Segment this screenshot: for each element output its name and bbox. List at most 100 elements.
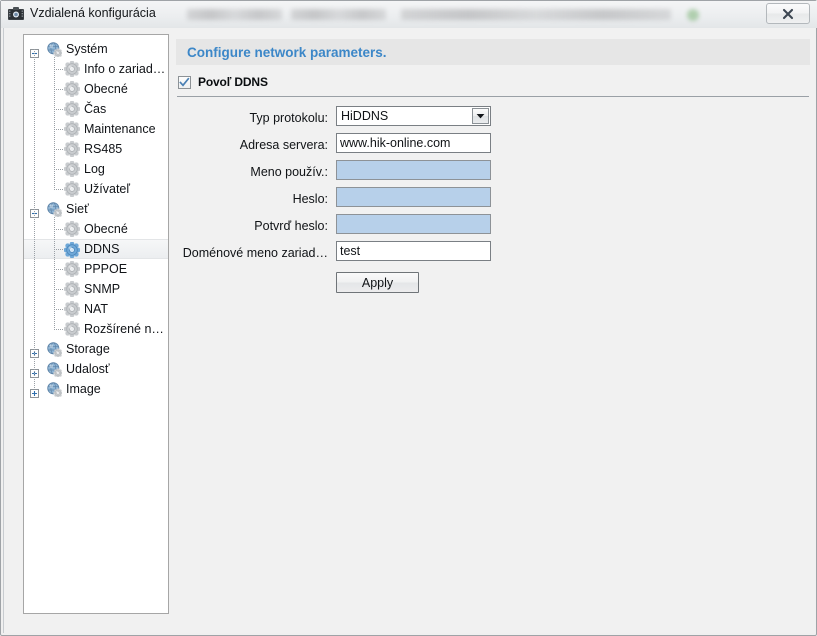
globe-icon <box>46 41 63 58</box>
tree-item-label: Image <box>66 382 101 396</box>
tree-item-ddns[interactable]: DDNS <box>24 239 168 259</box>
tree-guide-line <box>54 289 63 290</box>
tree-item-u-vate[interactable]: Užívateľ <box>24 179 168 199</box>
tree-item-info-o-zariad[interactable]: Info o zariad… <box>24 59 168 79</box>
tree-item-label: SNMP <box>84 282 121 296</box>
tree-guide-line <box>54 69 63 70</box>
tree-item-label: Obecné <box>84 222 128 236</box>
tree-item-snmp[interactable]: SNMP <box>24 279 168 299</box>
panel-header: Configure network parameters. <box>176 39 810 65</box>
tree-item-label: Obecné <box>84 82 128 96</box>
chevron-down-icon[interactable] <box>472 108 489 124</box>
redacted-text-2 <box>291 9 386 20</box>
gear-icon <box>63 60 81 78</box>
gear-icon <box>63 80 81 98</box>
tree-guide-line <box>54 189 63 190</box>
gear-icon <box>63 140 81 158</box>
content-panel: Configure network parameters. Povoľ DDNS… <box>176 34 810 614</box>
tree-item-log[interactable]: Log <box>24 159 168 179</box>
field-label-potvr-heslo: Potvrď heslo: <box>254 219 328 233</box>
tree-guide-line <box>34 49 35 389</box>
panel-header-title: Configure network parameters. <box>187 44 387 60</box>
gear-icon <box>63 100 81 118</box>
tree-item-udalos[interactable]: Udalosť <box>24 359 168 379</box>
tree-guide-line <box>54 229 63 230</box>
globe-icon <box>46 361 63 378</box>
tree-item-as[interactable]: Čas <box>24 99 168 119</box>
field-row-dom-nov-meno-zariad: Doménové meno zariad… <box>176 241 810 268</box>
tree-item-label: Udalosť <box>66 362 110 376</box>
field-row-heslo: Heslo: <box>176 187 810 214</box>
field-label-dom-nov-meno-zariad: Doménové meno zariad… <box>182 246 328 260</box>
field-label-heslo: Heslo: <box>292 192 328 206</box>
ddns-form: Typ protokolu: HiDDNS Adresa servera: Meno … <box>176 106 810 298</box>
tree-guide-line <box>54 269 63 270</box>
client-area: Systém Info o zariad… Obecné Čas Maintenance… <box>4 28 815 633</box>
gear-icon <box>63 300 81 318</box>
input-heslo <box>336 187 491 207</box>
field-label-adresa-servera: Adresa servera: <box>239 138 328 152</box>
tree-guide-line <box>54 89 63 90</box>
globe-icon <box>46 201 63 218</box>
tree-item-syst-m[interactable]: Systém <box>24 39 168 59</box>
apply-row: Apply <box>176 268 810 298</box>
tree-item-label: NAT <box>84 302 109 316</box>
apply-button[interactable]: Apply <box>336 272 419 293</box>
header-divider <box>177 96 809 97</box>
close-icon <box>782 8 794 20</box>
field-row-meno-pou-v: Meno použív.: <box>176 160 810 187</box>
tree-item-label: Log <box>84 162 105 176</box>
input-potvr-heslo <box>336 214 491 234</box>
tree-item-nat[interactable]: NAT <box>24 299 168 319</box>
protocol-type-select[interactable]: HiDDNS <box>336 106 491 126</box>
tree-item-label: RS485 <box>84 142 123 156</box>
field-row-potvr-heslo: Potvrď heslo: <box>176 214 810 241</box>
field-label-typ-protokolu: Typ protokolu: <box>249 111 328 125</box>
close-button[interactable] <box>766 3 810 24</box>
field-label-meno-pou-v: Meno použív.: <box>250 165 328 179</box>
tree-item-label: Storage <box>66 342 110 356</box>
field-row-adresa-servera: Adresa servera: <box>176 133 810 160</box>
gear-icon <box>63 320 81 338</box>
tree-item-label: Info o zariad… <box>84 62 166 76</box>
tree-guide-line <box>54 249 63 250</box>
tree-guide-line <box>54 329 63 330</box>
input-adresa-servera[interactable] <box>336 133 491 153</box>
tree-item-storage[interactable]: Storage <box>24 339 168 359</box>
tree-item-image[interactable]: Image <box>24 379 168 399</box>
tree-item-maintenance[interactable]: Maintenance <box>24 119 168 139</box>
camera-icon <box>7 6 25 23</box>
gear-icon <box>63 180 81 198</box>
tree-item-rs485[interactable]: RS485 <box>24 139 168 159</box>
input-meno-pou-v <box>336 160 491 180</box>
gear-icon <box>63 260 81 278</box>
tree-item-obecn[interactable]: Obecné <box>24 219 168 239</box>
tree-item-roz-ren-n[interactable]: Rozšírené n… <box>24 319 168 339</box>
enable-ddns-checkbox[interactable] <box>178 75 191 89</box>
tree-item-label: Systém <box>66 42 108 56</box>
tree-guide-line <box>54 217 55 329</box>
globe-icon <box>46 341 63 358</box>
tree-guide-line <box>54 169 63 170</box>
enable-ddns-label: Povoľ DDNS <box>198 75 268 89</box>
tree-item-label: Rozšírené n… <box>84 322 164 336</box>
tree-item-pppoe[interactable]: PPPOE <box>24 259 168 279</box>
gear-icon <box>63 220 81 238</box>
tree-item-label: DDNS <box>84 242 120 256</box>
checkmark-icon <box>179 77 190 87</box>
tree-item-label: Maintenance <box>84 122 156 136</box>
enable-ddns-row[interactable]: Povoľ DDNS <box>178 74 268 90</box>
tree-guide-line <box>54 129 63 130</box>
gear-icon <box>63 120 81 138</box>
tree-guide-line <box>54 109 63 110</box>
tree-item-obecn[interactable]: Obecné <box>24 79 168 99</box>
tree-item-sie[interactable]: Sieť <box>24 199 168 219</box>
tree-guide-line <box>54 309 63 310</box>
input-dom-nov-meno-zariad[interactable] <box>336 241 491 261</box>
window-title: Vzdialená konfigurácia <box>30 6 156 20</box>
tree-item-label: PPPOE <box>84 262 128 276</box>
tree-item-label: Užívateľ <box>84 182 131 196</box>
navigation-tree[interactable]: Systém Info o zariad… Obecné Čas Maintenance… <box>23 34 169 614</box>
redacted-text-1 <box>187 9 282 20</box>
protocol-type-value: HiDDNS <box>341 109 389 123</box>
